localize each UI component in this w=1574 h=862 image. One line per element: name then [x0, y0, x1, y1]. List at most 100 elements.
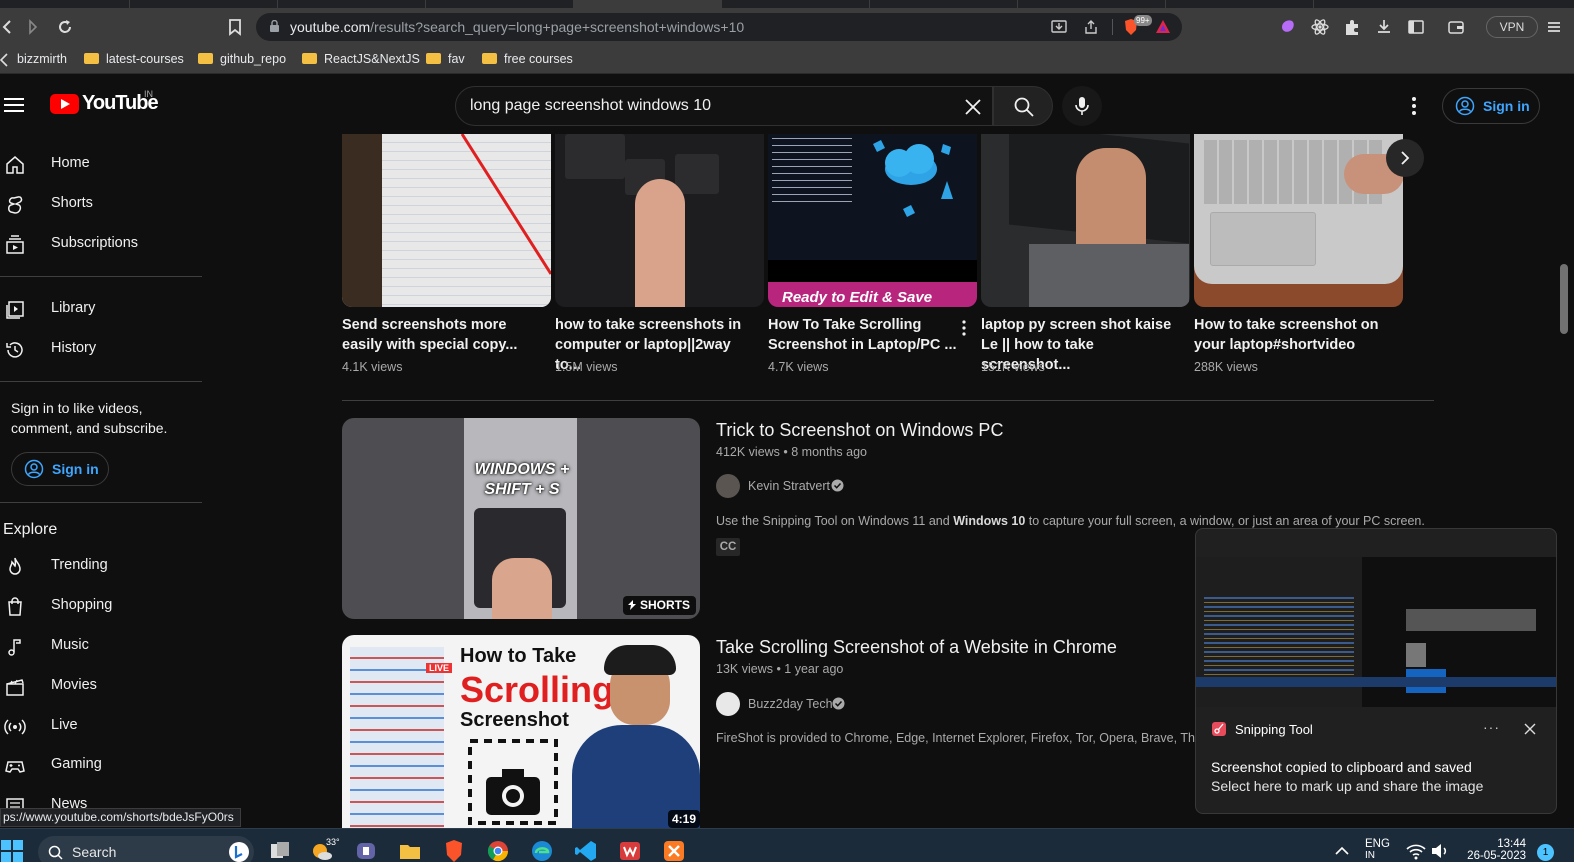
menu-icon[interactable] — [1544, 17, 1564, 37]
sidebar-item-shopping[interactable]: Shopping — [0, 586, 202, 626]
short-title[interactable]: Send screenshots more easily with specia… — [342, 315, 542, 355]
bookmark-item[interactable]: bizzmirth — [17, 52, 67, 66]
screenshot-preview[interactable] — [1196, 557, 1556, 707]
browser-tab[interactable] — [130, 0, 278, 8]
thumbnail-text-line1: How to Take — [460, 645, 577, 667]
edge-icon[interactable] — [530, 839, 554, 862]
short-title[interactable]: How to take screenshot on your laptop#sh… — [1194, 315, 1394, 355]
reload-button[interactable] — [54, 16, 76, 38]
youtube-play-icon — [50, 94, 79, 114]
clock[interactable]: 13:44 26-05-2023 — [1462, 838, 1526, 862]
browser-tab[interactable] — [1166, 0, 1314, 8]
vpn-button[interactable]: VPN — [1486, 16, 1538, 38]
channel-name[interactable]: Buzz2day Tech — [748, 697, 833, 711]
notification-count-badge[interactable]: 1 — [1537, 844, 1554, 861]
sidebar-item-label: Shopping — [51, 597, 113, 613]
sidebar-item-movies[interactable]: Movies — [0, 666, 202, 706]
page-scrollbar[interactable] — [1560, 264, 1568, 334]
leo-ai-icon[interactable] — [1278, 17, 1298, 37]
notification-app-name: Snipping Tool — [1235, 722, 1313, 737]
bookmark-folder[interactable]: free courses — [482, 52, 573, 66]
xampp-icon[interactable] — [662, 839, 686, 862]
short-thumbnail[interactable] — [342, 134, 551, 307]
bookmark-folder[interactable]: fav — [426, 52, 465, 66]
address-bar[interactable]: youtube.com/results?search_query=long+pa… — [256, 13, 1182, 41]
chevron-up-icon[interactable] — [1330, 839, 1354, 862]
share-icon[interactable] — [1082, 18, 1100, 36]
chrome-icon[interactable] — [486, 839, 510, 862]
chevron-right-icon — [1401, 151, 1410, 165]
video-thumbnail[interactable]: LIVE How to Take Scrolling Screenshot 4:… — [342, 635, 700, 828]
extensions-icon[interactable] — [1342, 17, 1362, 37]
windows-start-icon[interactable] — [0, 839, 24, 862]
browser-tab[interactable] — [278, 0, 426, 8]
search-button[interactable] — [993, 86, 1053, 126]
shelf-next-button[interactable] — [1386, 139, 1424, 177]
bookmark-folder[interactable]: github_repo — [198, 52, 286, 66]
bookmark-page-button[interactable] — [224, 16, 246, 38]
browser-tab-active[interactable] — [574, 0, 722, 8]
short-thumbnail[interactable] — [981, 134, 1190, 307]
browser-tab[interactable] — [870, 0, 1018, 8]
react-devtools-icon[interactable] — [1310, 17, 1330, 37]
voice-search-button[interactable] — [1062, 86, 1102, 126]
browser-tab[interactable] — [1018, 0, 1166, 8]
brave-browser-icon[interactable] — [442, 839, 466, 862]
sidebar-divider — [0, 381, 202, 382]
notification-more-button[interactable]: ··· — [1483, 719, 1500, 735]
channel-avatar[interactable] — [716, 474, 740, 498]
browser-tab[interactable] — [426, 0, 574, 8]
video-title[interactable]: Take Scrolling Screenshot of a Website i… — [716, 637, 1117, 658]
wps-office-icon[interactable] — [618, 839, 642, 862]
sidebar-item-gaming[interactable]: Gaming — [0, 745, 202, 785]
bookmarks-scroll-left-icon[interactable] — [0, 53, 8, 67]
clear-search-icon[interactable] — [962, 96, 984, 118]
wallet-icon[interactable] — [1446, 17, 1466, 37]
task-view-icon[interactable] — [268, 839, 292, 862]
sidebar-signin-button[interactable]: Sign in — [11, 452, 109, 486]
teams-icon[interactable] — [354, 839, 378, 862]
channel-name[interactable]: Kevin Stratvert — [748, 479, 830, 493]
sidebar-item-subscriptions[interactable]: Subscriptions — [0, 224, 202, 264]
short-thumbnail[interactable] — [555, 134, 764, 307]
brave-rewards-icon[interactable] — [1154, 18, 1172, 36]
sidebar-item-live[interactable]: Live — [0, 706, 202, 746]
sidebar-item-label: History — [51, 340, 97, 356]
sidebar-item-history[interactable]: History — [0, 329, 202, 369]
bookmark-folder[interactable]: ReactJS&NextJS — [302, 52, 420, 66]
sidebar-item-library[interactable]: Library — [0, 289, 202, 329]
browser-tab[interactable] — [0, 0, 130, 8]
file-explorer-icon[interactable] — [398, 839, 422, 862]
sidebar-toggle-icon[interactable] — [1406, 17, 1426, 37]
settings-more-icon[interactable] — [1404, 94, 1424, 118]
volume-icon[interactable] — [1428, 839, 1452, 862]
short-thumbnail[interactable]: Ready to Edit & Save — [768, 134, 977, 307]
back-button[interactable] — [0, 16, 22, 38]
sidebar-item-music[interactable]: Music — [0, 626, 202, 666]
hamburger-menu-icon[interactable] — [4, 98, 24, 112]
video-title[interactable]: Trick to Screenshot on Windows PC — [716, 420, 1003, 441]
home-icon — [6, 156, 24, 174]
signin-button[interactable]: Sign in — [1442, 88, 1540, 124]
live-icon — [4, 719, 26, 735]
forward-button[interactable] — [22, 16, 44, 38]
bookmark-folder[interactable]: latest-courses — [84, 52, 184, 66]
search-input[interactable]: long page screenshot windows 10 — [455, 86, 993, 126]
channel-avatar[interactable] — [716, 692, 740, 716]
snipping-tool-notification[interactable]: Snipping Tool ··· Screenshot copied to c… — [1195, 528, 1557, 814]
more-actions-icon[interactable] — [959, 318, 969, 338]
video-thumbnail[interactable]: WINDOWS + SHIFT + S SHORTS — [342, 418, 700, 619]
sidebar-item-trending[interactable]: Trending — [0, 546, 202, 586]
vscode-icon[interactable] — [574, 839, 598, 862]
browser-tab[interactable] — [722, 0, 870, 8]
short-title[interactable]: How To Take Scrolling Screenshot in Lapt… — [768, 315, 968, 355]
short-thumbnail[interactable] — [1194, 134, 1403, 307]
language-indicator[interactable]: ENG IN — [1365, 838, 1390, 861]
sidebar-item-home[interactable]: Home — [0, 144, 202, 184]
install-icon[interactable] — [1050, 18, 1068, 36]
close-icon[interactable] — [1523, 722, 1537, 736]
downloads-icon[interactable] — [1374, 17, 1394, 37]
taskbar-search[interactable]: Search — [38, 836, 254, 862]
sidebar-item-shorts[interactable]: Shorts — [0, 184, 202, 224]
wifi-icon[interactable] — [1404, 839, 1428, 862]
